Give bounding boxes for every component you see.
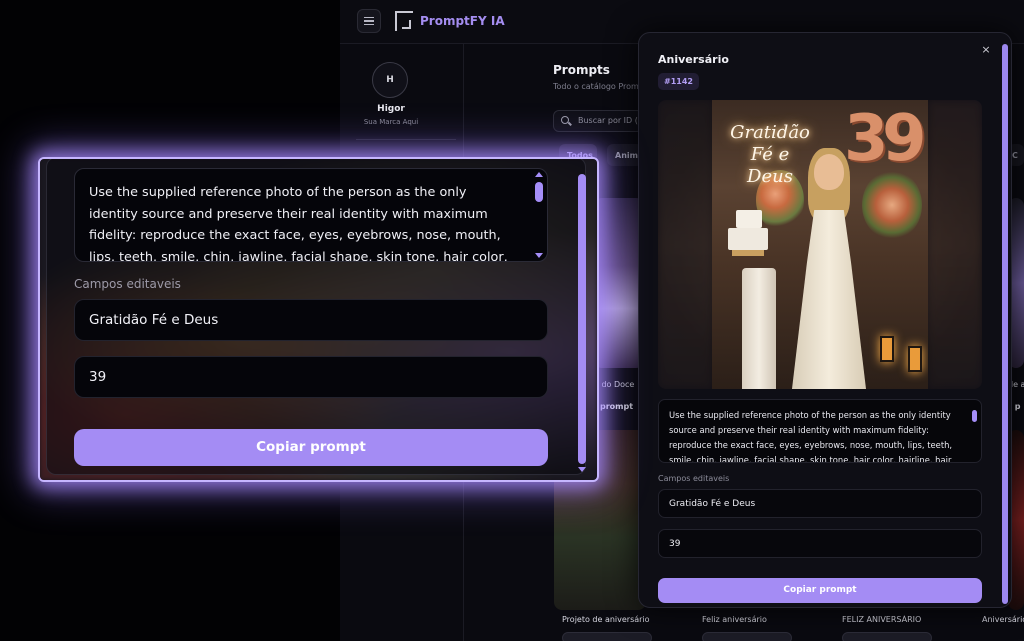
modal-title: Aniversário: [658, 53, 729, 66]
dress: [792, 210, 866, 389]
card-button[interactable]: [562, 632, 652, 641]
neon-line: Gratidão: [730, 122, 810, 143]
scroll-thumb[interactable]: [578, 174, 586, 464]
screen: PromptFY IA H Higor Sua Marca Aqui Promp…: [0, 0, 1024, 641]
zoom-editable-field-text[interactable]: Gratidão Fé e Deus: [74, 299, 548, 341]
birthday-photo: Gratidão Fé e Deus 3 9: [712, 100, 928, 389]
card-copy-button[interactable]: prompt: [600, 402, 640, 411]
copy-prompt-button[interactable]: Copiar prompt: [658, 578, 982, 603]
prompt-textarea[interactable]: Use the supplied reference photo of the …: [658, 399, 982, 463]
scroll-down-icon[interactable]: [535, 253, 543, 258]
id-badge: #1142: [658, 73, 699, 90]
logo-icon: [395, 11, 413, 31]
flower-arrangement: [862, 170, 922, 240]
user-subtitle: Sua Marca Aqui: [363, 118, 419, 126]
search-placeholder: Buscar por ID (: [578, 116, 638, 125]
neon-sign: Gratidão Fé e Deus: [730, 122, 810, 188]
scroll-down-icon[interactable]: [578, 467, 586, 472]
zoom-prompt-textarea[interactable]: Use the supplied reference photo of the …: [74, 168, 548, 262]
lantern: [880, 336, 894, 362]
editable-fields-label: Campos editaveis: [658, 474, 730, 483]
neon-line: Fé e Deus: [747, 144, 793, 187]
prompt-scrollbar[interactable]: [972, 404, 977, 458]
close-icon[interactable]: ×: [978, 42, 994, 58]
scroll-thumb[interactable]: [972, 410, 977, 422]
zoom-modal-scrollbar[interactable]: [578, 168, 586, 472]
card-button[interactable]: [702, 632, 792, 641]
modal-scrollbar[interactable]: [1002, 44, 1008, 604]
cake-tier: [736, 210, 762, 228]
avatar[interactable]: H: [372, 62, 408, 98]
card-title: FELIZ ANIVERSÁRIO: [842, 615, 922, 624]
card-image[interactable]: [594, 198, 644, 368]
cake-stand: [732, 250, 764, 256]
image-blur-right: [928, 100, 982, 389]
lantern: [908, 346, 922, 372]
scroll-thumb[interactable]: [535, 182, 543, 202]
page-subtitle: Todo o catálogo Prom: [553, 82, 638, 91]
zoom-editable-fields-label: Campos editaveis: [74, 277, 181, 291]
menu-icon[interactable]: [357, 9, 381, 33]
prompt-preview-image: Gratidão Fé e Deus 3 9: [658, 100, 982, 389]
card-button[interactable]: [842, 632, 932, 641]
editable-field-text[interactable]: Gratidão Fé e Deus: [658, 489, 982, 518]
image-blur-left: [658, 100, 712, 389]
divider: [356, 139, 456, 140]
zoom-editable-field-age[interactable]: 39: [74, 356, 548, 398]
brand-name[interactable]: PromptFY IA: [420, 14, 505, 28]
card-title: o do Doce: [594, 380, 635, 389]
zoom-prompt-scrollbar[interactable]: [535, 172, 543, 258]
face: [814, 154, 844, 190]
card-title: Aniversário: [982, 615, 1024, 624]
editable-field-age[interactable]: 39: [658, 529, 982, 558]
balloon-digit: 9: [882, 102, 927, 176]
card-title: Feliz aniversário: [702, 615, 767, 624]
zoom-copy-prompt-button[interactable]: Copiar prompt: [74, 429, 548, 466]
user-name: Higor: [377, 104, 405, 114]
pedestal: [742, 268, 776, 389]
page-title: Prompts: [553, 63, 610, 77]
cake-tier: [728, 228, 768, 250]
cake: [724, 210, 772, 270]
search-icon: [561, 116, 569, 124]
scroll-up-icon[interactable]: [535, 172, 543, 177]
card-title: Projeto de aniversário: [562, 615, 650, 624]
